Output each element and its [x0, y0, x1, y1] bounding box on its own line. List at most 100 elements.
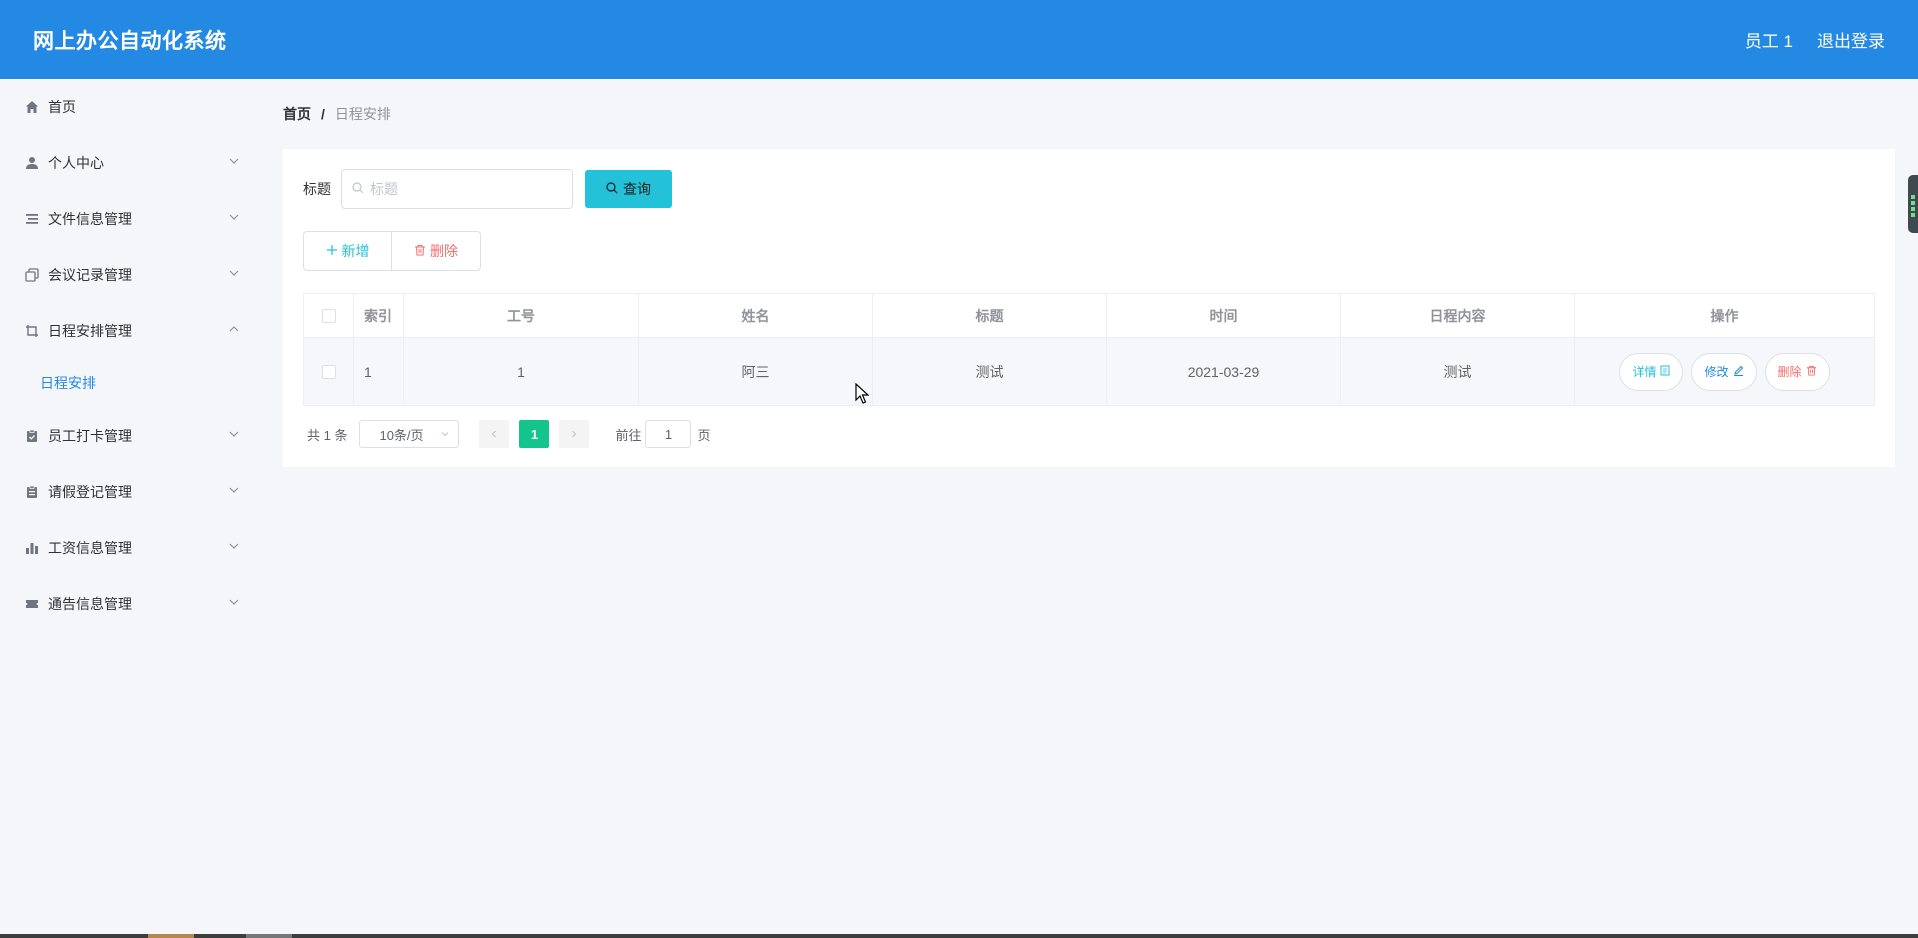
edit-icon [1733, 365, 1744, 379]
prev-page-button[interactable] [479, 420, 510, 448]
plus-icon [326, 243, 338, 259]
sidebar-item-notice-management[interactable]: 通告信息管理 [0, 584, 255, 624]
column-header-actions: 操作 [1710, 307, 1739, 324]
search-icon [352, 181, 364, 197]
page-suffix: 页 [697, 427, 711, 443]
sidebar-item-attendance[interactable]: 员工打卡管理 [0, 416, 255, 456]
copy-icon [24, 267, 40, 283]
chevron-down-icon [229, 214, 239, 220]
top-header: 网上办公自动化系统 员工 1 退出登录 [0, 0, 1918, 79]
edit-button-label: 修改 [1704, 365, 1729, 379]
logout-link[interactable]: 退出登录 [1817, 27, 1885, 52]
sidebar-item-label: 工资信息管理 [48, 540, 132, 556]
sidebar-item-label: 个人中心 [48, 155, 104, 171]
row-delete-button-label: 删除 [1777, 365, 1802, 379]
list-icon [24, 211, 40, 227]
query-button[interactable]: 查询 [585, 170, 672, 208]
search-field[interactable] [341, 169, 573, 209]
header-right: 员工 1 退出登录 [1745, 27, 1885, 52]
goto-page-input[interactable] [645, 420, 692, 448]
side-widget-handle[interactable] [1908, 175, 1918, 233]
add-button-label: 新增 [341, 243, 370, 259]
content-card: 标题 查询 新增 删除 [283, 149, 1895, 467]
cell-name: 阿三 [639, 338, 873, 405]
sidebar: 首页 个人中心 文件信息管理 会议记录管理 日程安排管理 日程安排 员工打卡管理… [0, 79, 255, 938]
document-icon [1660, 365, 1670, 379]
cell-employee-no: 1 [404, 338, 639, 405]
cell-content: 测试 [1341, 338, 1575, 405]
select-all-checkbox[interactable] [321, 308, 336, 323]
cell-title: 测试 [873, 338, 1107, 405]
chevron-down-icon [229, 599, 239, 605]
trash-icon [414, 243, 426, 259]
row-delete-button[interactable]: 删除 [1764, 352, 1830, 391]
search-label: 标题 [303, 181, 331, 197]
cell-time: 2021-03-29 [1107, 338, 1341, 405]
sidebar-item-leave-management[interactable]: 请假登记管理 [0, 472, 255, 512]
sidebar-item-home[interactable]: 首页 [0, 87, 255, 127]
column-header-name: 姓名 [639, 294, 873, 337]
sidebar-item-label: 日程安排管理 [48, 323, 132, 339]
pagination: 共 1 条 10条/页 1 前往 页 [303, 419, 711, 449]
column-header-title: 标题 [873, 294, 1107, 337]
column-header-content: 日程内容 [1341, 294, 1575, 337]
column-header-time: 时间 [1107, 294, 1341, 337]
column-header-index: 索引 [354, 294, 404, 337]
next-page-button[interactable] [559, 420, 590, 448]
bar-chart-icon [24, 540, 40, 556]
detail-button[interactable]: 详情 [1619, 352, 1684, 391]
sidebar-item-salary-management[interactable]: 工资信息管理 [0, 528, 255, 568]
action-buttons: 新增 删除 [303, 231, 481, 271]
chevron-up-icon [229, 326, 239, 332]
sidebar-item-label: 请假登记管理 [48, 484, 132, 500]
sidebar-item-label: 首页 [48, 99, 76, 115]
page-size-value: 10条/页 [379, 427, 424, 443]
delete-button-label: 删除 [430, 243, 458, 259]
sidebar-item-schedule-management[interactable]: 日程安排管理 [0, 311, 255, 351]
sidebar-item-label: 文件信息管理 [48, 211, 132, 227]
chevron-left-icon [492, 430, 497, 438]
sidebar-item-meeting-records[interactable]: 会议记录管理 [0, 255, 255, 295]
search-input[interactable] [370, 181, 550, 197]
search-form: 标题 查询 [303, 169, 672, 209]
sidebar-item-label: 通告信息管理 [48, 596, 132, 612]
table-row[interactable]: 1 1 阿三 测试 2021-03-29 测试 详情 修改 删除 [304, 338, 1874, 405]
sidebar-item-label: 会议记录管理 [48, 267, 132, 283]
chevron-down-icon [229, 270, 239, 276]
chevron-down-icon [229, 158, 239, 164]
breadcrumb-home[interactable]: 首页 [283, 104, 311, 124]
cell-actions: 详情 修改 删除 [1575, 338, 1874, 405]
trash-icon [1806, 365, 1817, 379]
sidebar-subitem-label: 日程安排 [40, 375, 96, 391]
column-header-employee-no: 工号 [404, 294, 639, 337]
row-checkbox[interactable] [321, 364, 336, 379]
add-button[interactable]: 新增 [303, 231, 392, 271]
sidebar-item-personal-center[interactable]: 个人中心 [0, 143, 255, 183]
breadcrumb-current: 日程安排 [334, 106, 391, 122]
row-select-cell [304, 338, 354, 405]
sidebar-item-file-management[interactable]: 文件信息管理 [0, 199, 255, 239]
taskbar-strip [0, 934, 1918, 938]
clipboard-check-icon [24, 428, 40, 444]
detail-button-label: 详情 [1632, 365, 1657, 379]
page-number-current[interactable]: 1 [519, 420, 550, 448]
page-size-select[interactable]: 10条/页 [359, 420, 460, 448]
chevron-down-icon [229, 431, 239, 437]
clipboard-icon [24, 484, 40, 500]
search-icon [606, 181, 618, 197]
ticket-icon [24, 596, 40, 612]
query-button-label: 查询 [623, 181, 651, 197]
chevron-down-icon [229, 543, 239, 549]
goto-label: 前往 [615, 427, 642, 443]
breadcrumb: 首页 / 日程安排 [283, 104, 391, 124]
user-name[interactable]: 员工 1 [1745, 27, 1793, 52]
select-all-cell [304, 294, 354, 337]
sidebar-subitem-schedule[interactable]: 日程安排 [0, 363, 255, 403]
schedule-table: 索引 工号 姓名 标题 时间 日程内容 操作 1 1 阿三 测试 2021-03… [303, 293, 1875, 406]
crop-icon [24, 323, 40, 339]
user-icon [24, 155, 40, 171]
batch-delete-button[interactable]: 删除 [392, 231, 481, 271]
edit-button[interactable]: 修改 [1691, 352, 1757, 391]
breadcrumb-separator: / [321, 106, 325, 122]
home-icon [24, 99, 40, 115]
